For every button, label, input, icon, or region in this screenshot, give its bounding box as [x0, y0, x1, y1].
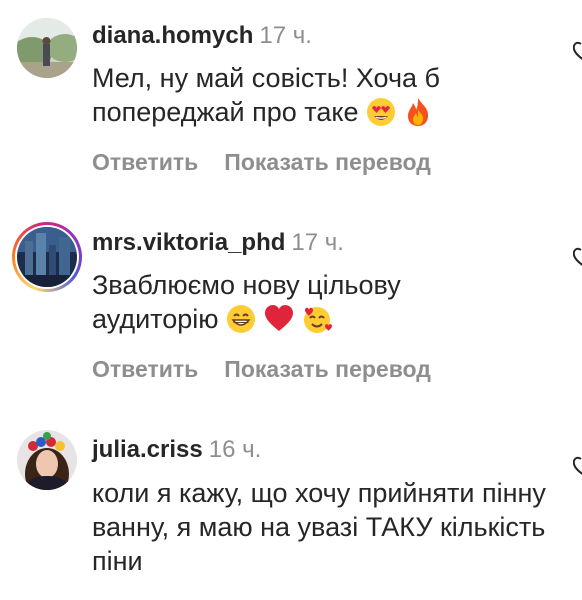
avatar[interactable]	[17, 18, 77, 78]
timestamp: 16 ч.	[208, 436, 262, 463]
show-translation-button[interactable]: Показать перевод	[224, 149, 431, 175]
comment-body-line-2: аудиторію	[92, 302, 562, 342]
avatar[interactable]	[17, 430, 77, 490]
timestamp: 17 ч.	[291, 229, 344, 256]
username[interactable]: julia.criss	[92, 436, 203, 463]
comment-text: коли я кажу, що хочу прийняти пінну ванн…	[92, 476, 552, 578]
like-heart-icon[interactable]	[572, 246, 582, 268]
comment-actions: Ответить Показать перевод	[92, 148, 431, 176]
like-heart-icon[interactable]	[572, 40, 582, 62]
username[interactable]: mrs.viktoria_phd	[92, 229, 285, 256]
grin-emoji	[226, 304, 256, 342]
reply-button[interactable]: Ответить	[92, 356, 198, 382]
comment-body: коли я кажу, що хочу прийняти пінну ванн…	[92, 478, 546, 576]
timestamp: 17 ч.	[259, 22, 312, 49]
comment-text: Мел, ну май совість! Хоча б попереджай п…	[92, 61, 562, 135]
username[interactable]: diana.homych	[92, 22, 253, 49]
comment-body-line-1: Зваблюємо нову цільову	[92, 270, 401, 300]
comment-header: julia.criss 16 ч.	[92, 436, 261, 464]
fire-emoji	[404, 97, 432, 135]
heart-eyes-emoji	[366, 97, 396, 135]
smiling-face-with-hearts-emoji	[301, 304, 333, 342]
comment-actions: Ответить Показать перевод	[92, 355, 431, 383]
comment-header: mrs.viktoria_phd 17 ч.	[92, 229, 344, 257]
avatar[interactable]	[17, 227, 77, 287]
reply-button[interactable]: Ответить	[92, 149, 198, 175]
comment-header: diana.homych 17 ч.	[92, 22, 312, 50]
comment-body: аудиторію	[92, 304, 219, 334]
comment-text: Зваблюємо нову цільову аудиторію	[92, 268, 562, 342]
red-heart-emoji	[264, 304, 294, 342]
like-heart-icon[interactable]	[572, 455, 582, 477]
show-translation-button[interactable]: Показать перевод	[224, 356, 431, 382]
